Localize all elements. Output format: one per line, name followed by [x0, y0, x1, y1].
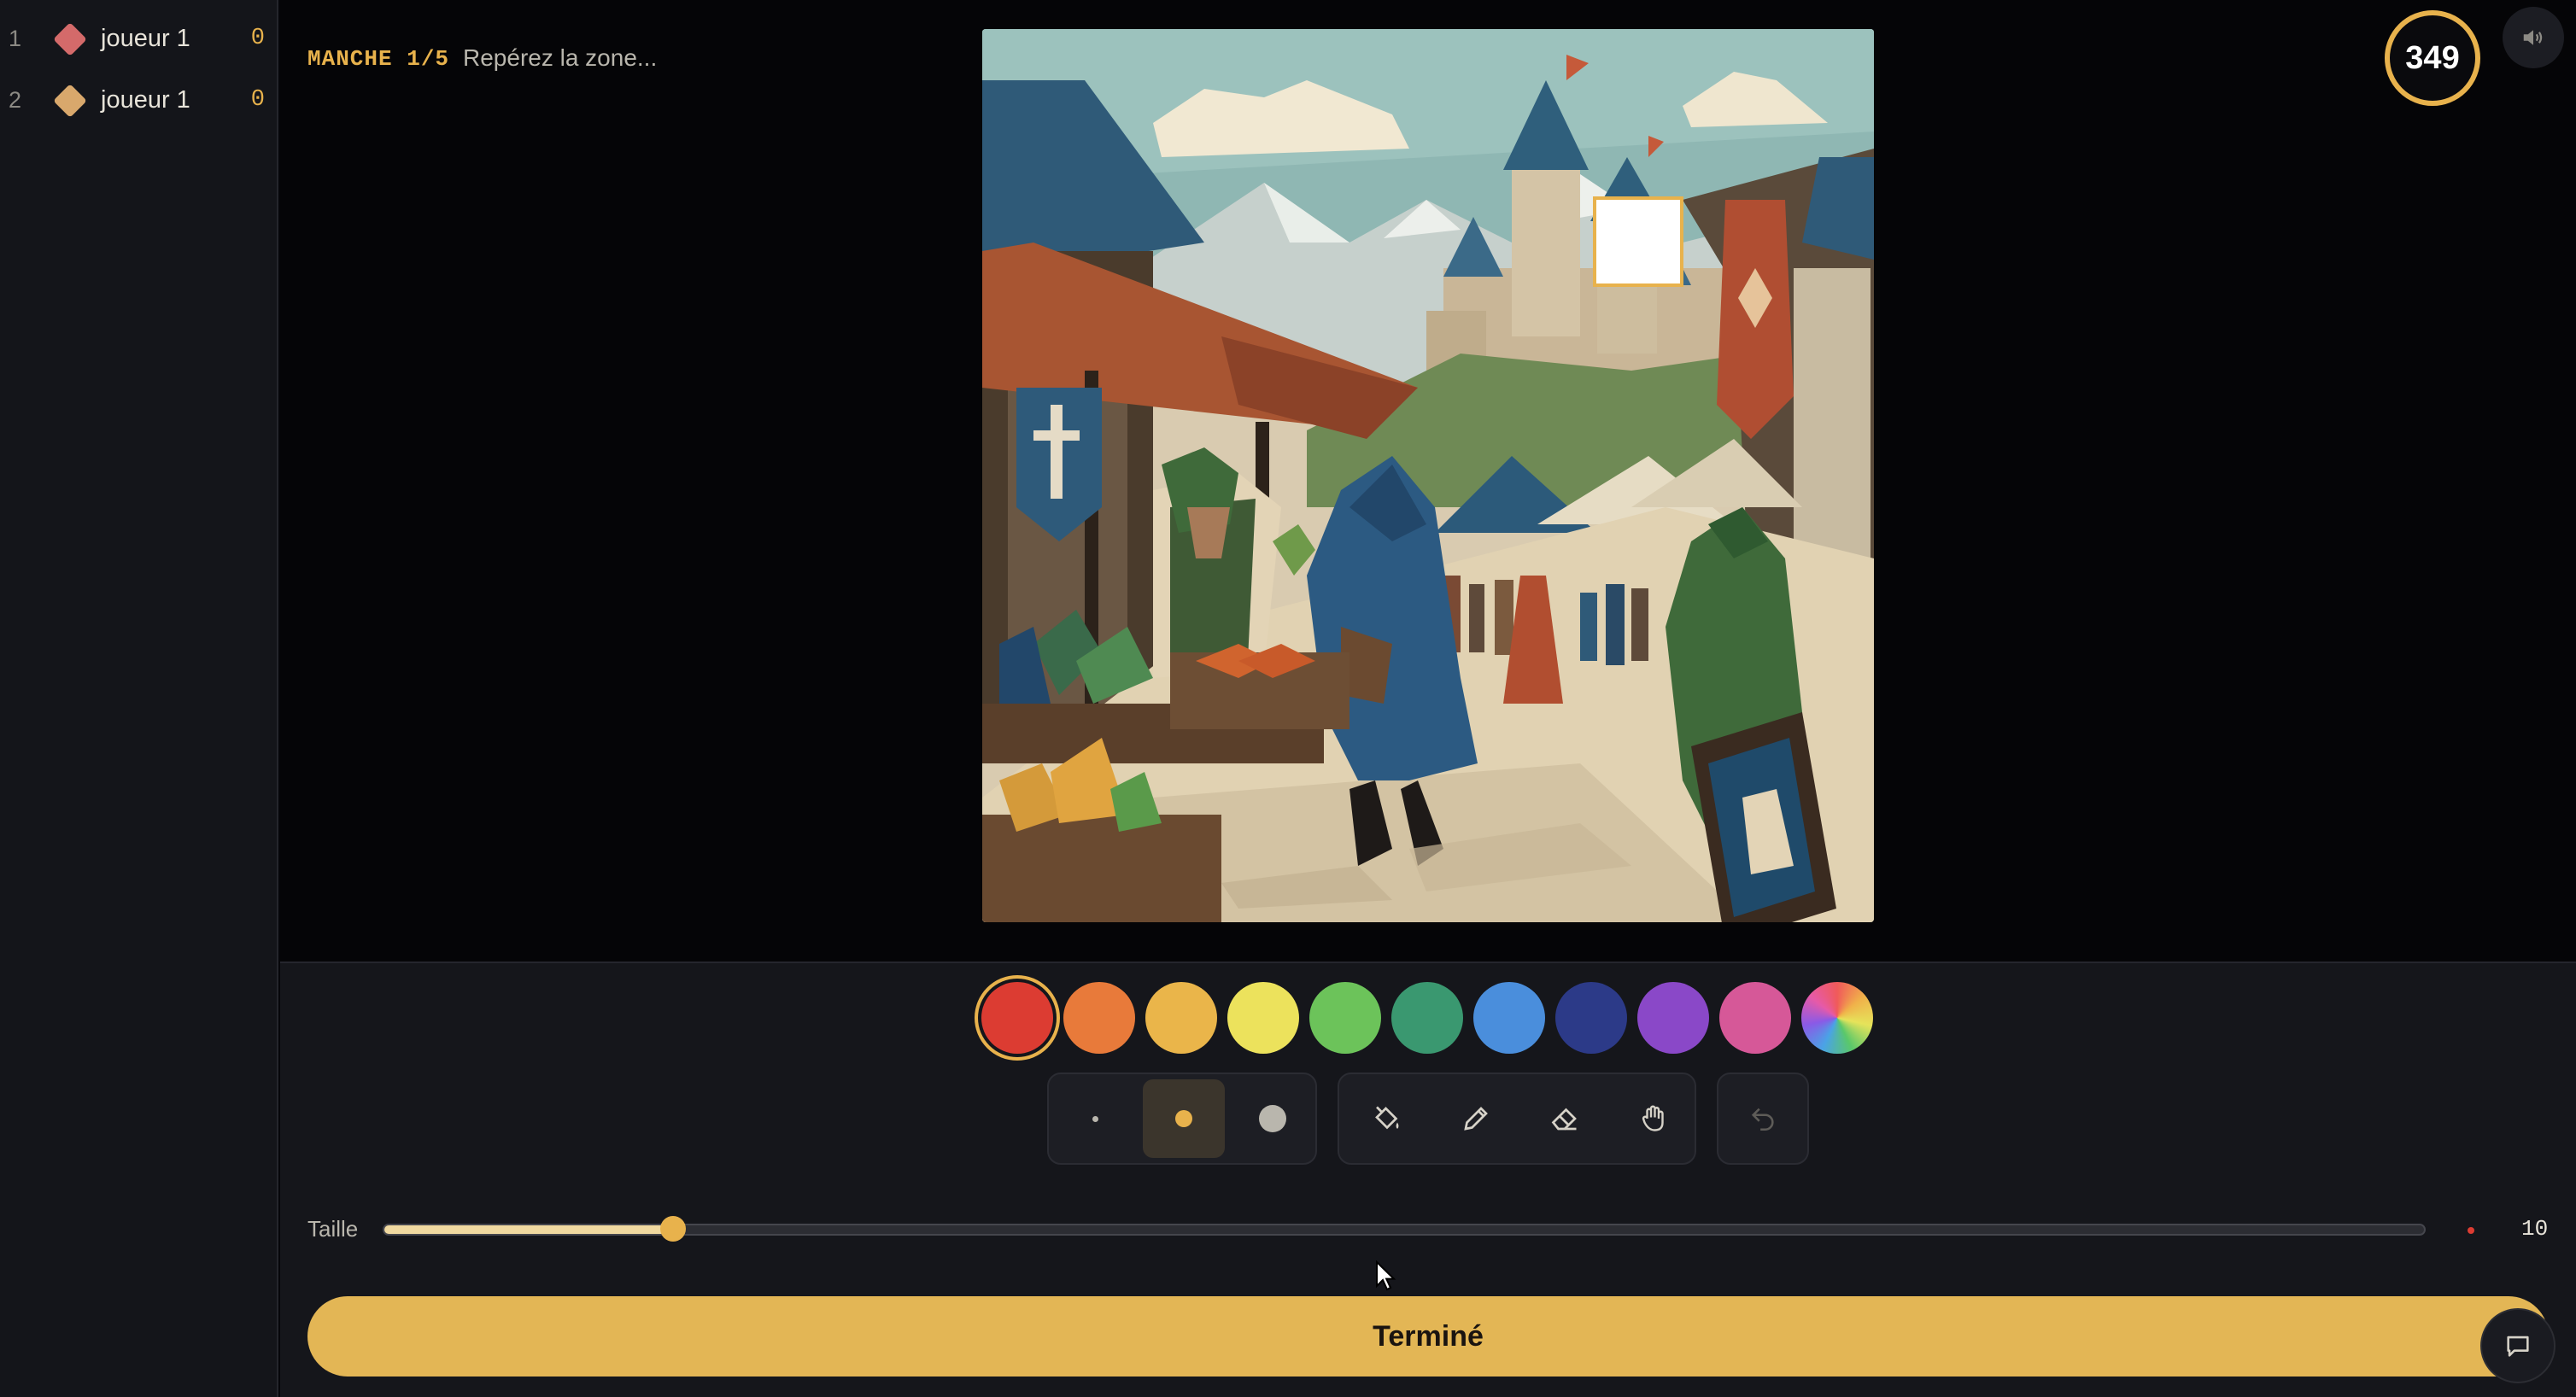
chat-button[interactable]: [2480, 1308, 2556, 1383]
player-score: 0: [250, 26, 265, 51]
undo-button[interactable]: [1722, 1079, 1804, 1158]
color-swatch-amber[interactable]: [1145, 982, 1217, 1054]
player-name: joueur 1: [101, 25, 190, 52]
round-indicator: MANCHE 1/5: [307, 46, 450, 72]
player-name: joueur 1: [101, 86, 190, 114]
size-preview-dot: [2468, 1227, 2474, 1234]
player-avatar-icon: [53, 84, 87, 118]
undo-group: [1717, 1073, 1809, 1165]
brush-size-large-button[interactable]: [1232, 1079, 1314, 1158]
color-swatch-green[interactable]: [1309, 982, 1381, 1054]
scene-canvas[interactable]: [982, 29, 1874, 922]
small-dot-icon: [1092, 1115, 1098, 1122]
player-row: 2 joueur 1 0: [0, 75, 278, 126]
player-row: 1 joueur 1 0: [0, 14, 278, 65]
size-slider-thumb[interactable]: [659, 1216, 686, 1242]
fill-bucket-button[interactable]: [1346, 1079, 1428, 1158]
round-hint: Repérez la zone...: [463, 44, 658, 71]
pan-button[interactable]: [1613, 1079, 1695, 1158]
pencil-icon: [1464, 1107, 1488, 1131]
color-swatch-pink[interactable]: [1719, 982, 1791, 1054]
color-swatch-rainbow[interactable]: [1801, 982, 1873, 1054]
player-rank: 1: [9, 26, 22, 51]
eraser-icon: [1551, 1108, 1577, 1131]
medium-dot-icon: [1175, 1110, 1192, 1127]
size-slider-track[interactable]: [383, 1224, 2426, 1236]
color-swatch-orange[interactable]: [1063, 982, 1135, 1054]
eraser-button[interactable]: [1524, 1079, 1606, 1158]
player-avatar-icon: [53, 22, 87, 56]
chat-icon: [2507, 1336, 2529, 1357]
size-slider-fill: [384, 1225, 675, 1234]
player-score: 0: [250, 87, 265, 113]
player-rank: 2: [9, 87, 22, 113]
bucket-icon: [1375, 1106, 1399, 1130]
undo-icon: [1751, 1108, 1774, 1131]
hand-icon: [1642, 1105, 1664, 1131]
color-swatch-purple[interactable]: [1637, 982, 1709, 1054]
color-swatch-red[interactable]: [981, 982, 1053, 1054]
mouse-cursor-icon: [1376, 1260, 1396, 1291]
timer-badge: 349: [2385, 10, 2480, 106]
large-dot-icon: [1259, 1105, 1286, 1132]
size-label: Taille: [307, 1216, 359, 1242]
color-swatch-yellow[interactable]: [1227, 982, 1299, 1054]
drawing-tools-group: [1338, 1073, 1696, 1165]
color-swatch-navy[interactable]: [1555, 982, 1627, 1054]
game-root: 1 joueur 1 0 2 joueur 1 0 MANCHE 1/5 Rep…: [0, 0, 2576, 1397]
color-swatch-teal[interactable]: [1391, 982, 1463, 1054]
done-button[interactable]: Terminé: [307, 1296, 2549, 1377]
brush-size-group: [1047, 1073, 1317, 1165]
pencil-button[interactable]: [1435, 1079, 1517, 1158]
speaker-icon: [2523, 30, 2543, 45]
player-list-sidebar: 1 joueur 1 0 2 joueur 1 0: [0, 0, 278, 1397]
color-swatch-blue[interactable]: [1473, 982, 1545, 1054]
medieval-market-illustration: [982, 29, 1874, 922]
brush-size-small-button[interactable]: [1054, 1079, 1136, 1158]
size-value: 10: [2521, 1216, 2549, 1242]
sound-toggle-button[interactable]: [2503, 7, 2564, 68]
brush-size-medium-button[interactable]: [1143, 1079, 1225, 1158]
